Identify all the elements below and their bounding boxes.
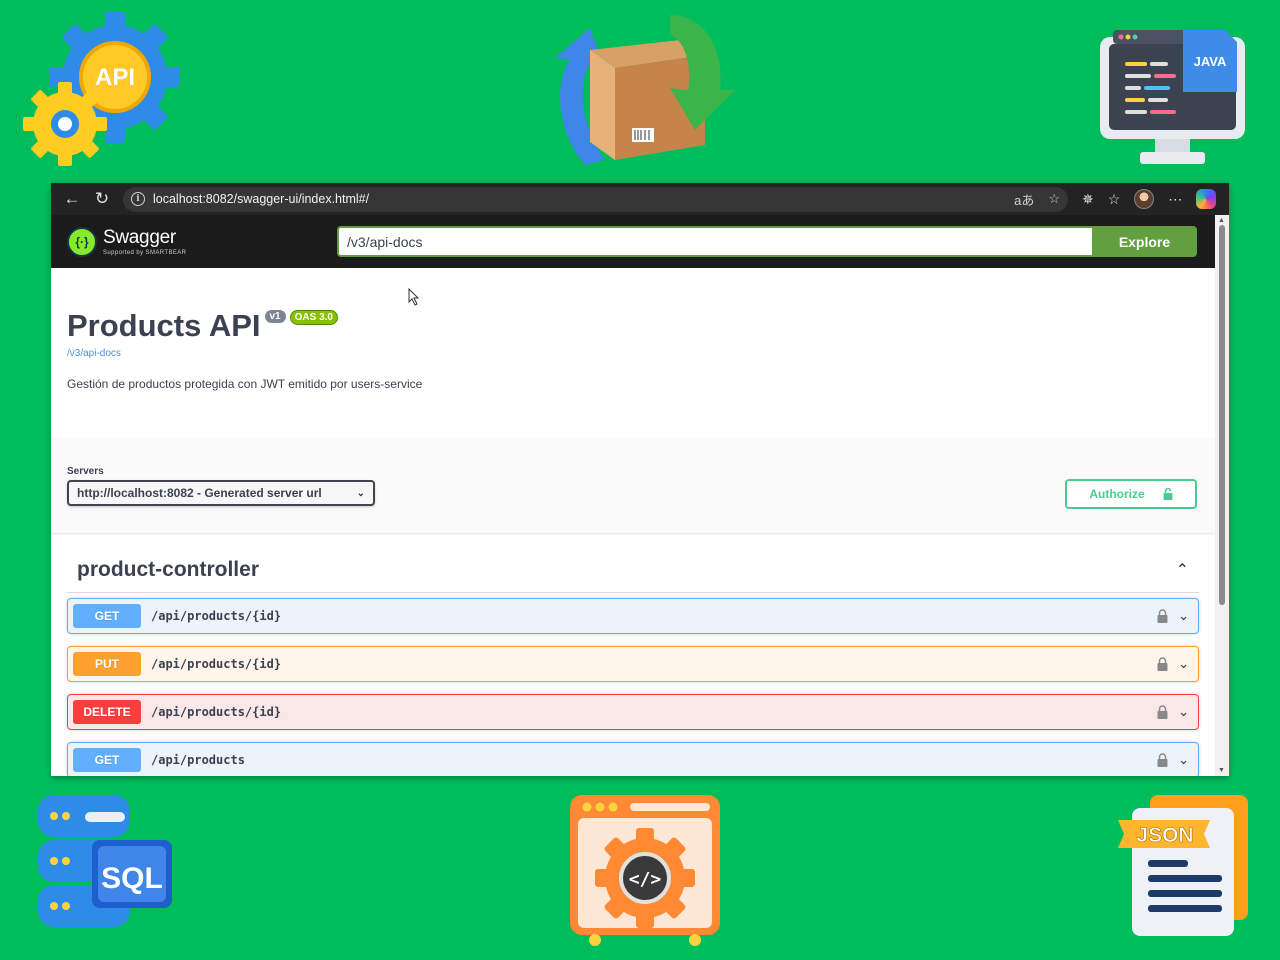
lock-icon[interactable]	[1157, 753, 1168, 767]
swagger-logo-name: Swagger	[103, 227, 176, 248]
code-settings-icon: </>	[570, 795, 720, 946]
chevron-down-icon[interactable]: ⌄	[1178, 752, 1189, 768]
chevron-down-icon[interactable]: ⌄	[1178, 656, 1189, 672]
operation-path: /api/products/{id}	[151, 657, 282, 671]
scroll-up-icon[interactable]: ▲	[1218, 217, 1225, 224]
address-bar[interactable]: i localhost:8082/swagger-ui/index.html#/…	[123, 186, 1068, 212]
chevron-down-icon[interactable]: ⌄	[1178, 608, 1189, 624]
api-info: Products API v1 OAS 3.0 /v3/api-docs Ges…	[51, 268, 1215, 438]
package-update-icon	[555, 15, 735, 165]
sql-database-icon: SQL	[38, 795, 172, 927]
method-badge: GET	[73, 748, 141, 772]
favorite-star-icon[interactable]: ☆	[1048, 191, 1060, 207]
operations-section: product-controller ⌃ GET /api/products/{…	[51, 533, 1215, 776]
chevron-down-icon: ⌄	[356, 487, 365, 499]
spec-url-input[interactable]: /v3/api-docs	[337, 226, 1092, 257]
spec-link[interactable]: /v3/api-docs	[67, 348, 1199, 359]
browser-toolbar: ← ↻ i localhost:8082/swagger-ui/index.ht…	[51, 183, 1229, 215]
extensions-icon[interactable]: ✵	[1082, 191, 1094, 208]
copilot-icon[interactable]	[1196, 189, 1217, 209]
servers-section: Servers http://localhost:8082 - Generate…	[51, 438, 1215, 533]
explore-button[interactable]: Explore	[1092, 226, 1197, 257]
chevron-down-icon[interactable]: ⌄	[1178, 704, 1189, 720]
swagger-logo-icon: {·}	[67, 226, 97, 257]
version-badge: v1	[264, 310, 286, 323]
browser-window: ← ↻ i localhost:8082/swagger-ui/index.ht…	[51, 183, 1229, 776]
java-label: JAVA	[1194, 54, 1227, 69]
json-file-icon: JSON	[1118, 795, 1248, 936]
more-menu-icon[interactable]: ⋯	[1168, 191, 1182, 208]
method-badge: DELETE	[73, 700, 141, 724]
read-aloud-icon[interactable]: aあ	[1014, 190, 1034, 209]
swagger-logo-sub: Supported by SMARTBEAR	[103, 250, 187, 256]
java-monitor-icon: JAVA	[1100, 30, 1245, 164]
lock-icon[interactable]	[1157, 609, 1168, 623]
swagger-page: {·} Swagger Supported by SMARTBEAR /v3/a…	[51, 215, 1215, 776]
scroll-down-icon[interactable]: ▼	[1218, 767, 1225, 774]
address-url: localhost:8082/swagger-ui/index.html#/	[153, 192, 370, 206]
favorites-icon[interactable]: ☆	[1108, 191, 1121, 208]
profile-avatar[interactable]	[1134, 189, 1155, 209]
json-label: JSON	[1136, 824, 1193, 847]
api-title: Products API	[67, 308, 261, 343]
authorize-label: Authorize	[1089, 487, 1145, 501]
api-gears-icon: API	[23, 12, 180, 166]
operation-delete-product[interactable]: DELETE /api/products/{id} ⌄	[67, 694, 1199, 730]
tag-header[interactable]: product-controller ⌃	[67, 547, 1199, 593]
method-badge: PUT	[73, 652, 141, 676]
operation-path: /api/products	[151, 753, 245, 767]
api-label: API	[95, 64, 135, 91]
operation-get-product-by-id[interactable]: GET /api/products/{id} ⌄	[67, 598, 1199, 634]
servers-label: Servers	[67, 466, 104, 477]
tag-name: product-controller	[77, 557, 259, 581]
authorize-button[interactable]: Authorize	[1065, 479, 1197, 509]
api-description: Gestión de productos protegida con JWT e…	[67, 377, 423, 391]
sql-label: SQL	[101, 862, 163, 895]
oas-badge: OAS 3.0	[289, 310, 338, 325]
site-info-icon[interactable]: i	[131, 192, 145, 206]
operation-path: /api/products/{id}	[151, 705, 282, 719]
swagger-logo[interactable]: {·} Swagger Supported by SMARTBEAR	[67, 226, 337, 257]
method-badge: GET	[73, 604, 141, 628]
operation-get-products[interactable]: GET /api/products ⌄	[67, 742, 1199, 776]
chevron-up-icon[interactable]: ⌃	[1176, 560, 1189, 580]
back-arrow-icon[interactable]: ←	[57, 186, 87, 212]
svg-text:</>: </>	[629, 869, 662, 890]
lock-icon[interactable]	[1157, 657, 1168, 671]
lock-icon[interactable]	[1157, 705, 1168, 719]
mouse-cursor-icon	[408, 288, 420, 306]
server-select[interactable]: http://localhost:8082 - Generated server…	[67, 480, 375, 506]
reload-icon[interactable]: ↻	[87, 186, 117, 212]
unlock-icon	[1163, 488, 1173, 500]
scrollbar-thumb[interactable]	[1219, 225, 1225, 605]
page-scrollbar[interactable]: ▲ ▼	[1215, 215, 1229, 776]
swagger-topbar: {·} Swagger Supported by SMARTBEAR /v3/a…	[51, 215, 1215, 268]
operation-path: /api/products/{id}	[151, 609, 282, 623]
server-select-value: http://localhost:8082 - Generated server…	[77, 486, 322, 500]
operation-put-product[interactable]: PUT /api/products/{id} ⌄	[67, 646, 1199, 682]
